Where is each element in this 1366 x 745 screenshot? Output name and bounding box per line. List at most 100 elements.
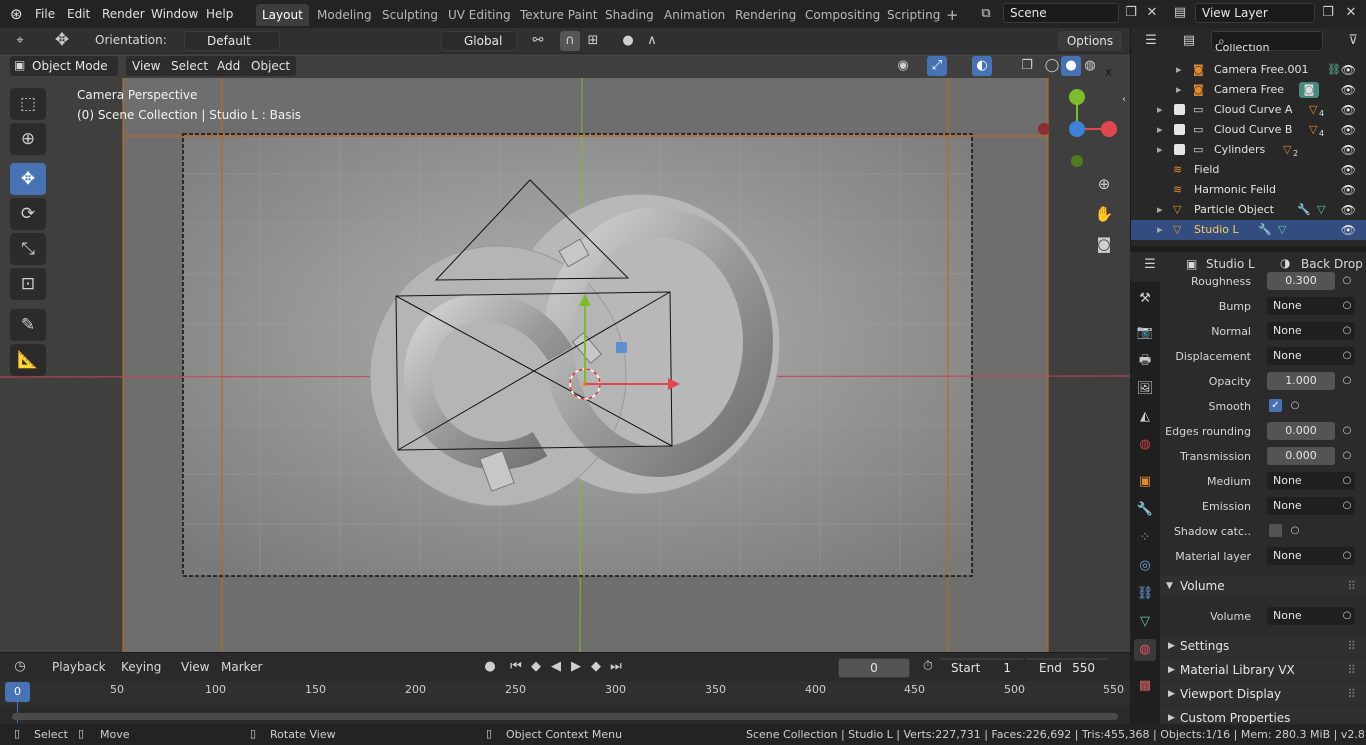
menu-select[interactable]: Select [165,56,215,76]
cursor-tool[interactable]: ⊕ [10,123,46,155]
properties-editor-type-icon[interactable]: ☰ [1140,255,1160,275]
tab-animation[interactable]: Animation [658,4,731,26]
menu-render[interactable]: Render [102,5,145,23]
outliner-row[interactable]: ▸ ▭ Cloud Curve B ▽ 4 👁 [1131,120,1366,140]
keyframe-dot-icon[interactable]: ○ [1288,397,1302,415]
expand-arrow-icon[interactable]: ▸ [1157,220,1163,240]
menu-object[interactable]: Object [245,56,297,76]
keyframe-dot-icon[interactable]: ○ [1340,447,1354,465]
drag-handle-icon[interactable]: ⠿ [1347,575,1356,597]
scene-icon[interactable]: ⧉ [976,4,996,24]
mesh-data-icon[interactable]: ▽ [1317,200,1325,220]
timeline-editor-type-icon[interactable]: ◷ [10,657,30,677]
jump-start-icon[interactable]: ⏮ [506,657,526,677]
drag-handle-icon[interactable]: ⠿ [1347,683,1356,705]
menu-window[interactable]: Window [151,5,198,23]
options-button[interactable]: Options [1058,31,1122,51]
jump-end-icon[interactable]: ⏭ [606,657,626,677]
gizmo-x-label[interactable]: X [1105,68,1112,79]
transform-orientation-dropdown[interactable]: Global [441,31,517,51]
end-frame-field[interactable]: End 550 [1026,658,1108,675]
custom-properties-panel-header[interactable]: ▶ Custom Properties [1160,707,1366,724]
proportional-edit-icon[interactable]: ● [618,31,638,51]
orientation-dropdown[interactable]: Default [184,31,280,51]
rotate-tool[interactable]: ⟳ [10,198,46,230]
scene-close-icon[interactable]: ✕ [1142,3,1162,23]
camera-data-icon[interactable]: ◙ [1299,82,1319,98]
pan-hand-icon[interactable]: ✋ [1094,204,1114,224]
keyframe-dot-icon[interactable]: ○ [1340,322,1354,340]
outliner-row[interactable]: ▸ ▭ Cloud Curve A ▽ 4 👁 [1131,100,1366,120]
keyframe-dot-icon[interactable]: ○ [1288,522,1302,540]
smooth-checkbox[interactable]: ✓ [1269,399,1282,412]
overlay-toggle-icon[interactable]: ◐ [972,56,992,76]
transform-tool[interactable]: ⊡ [10,268,46,300]
timeline-scrollbar[interactable] [12,713,1118,720]
outliner-row-selected[interactable]: ▸ ▽ Studio L 🔧 ▽ 👁 [1131,220,1366,240]
outliner-row[interactable]: ▸ ▽ Particle Object 🔧 ▽ 👁 [1131,200,1366,220]
drag-handle-icon[interactable]: ⠿ [1347,659,1356,681]
falloff-icon[interactable]: ∧ [642,31,662,51]
tab-modeling[interactable]: Modeling [311,4,378,26]
keyframe-dot-icon[interactable]: ○ [1340,272,1354,290]
menu-add[interactable]: Add [211,56,247,76]
tab-texture-paint[interactable]: Texture Paint [514,4,603,26]
eye-icon[interactable]: 👁 [1341,180,1356,200]
tab-scripting[interactable]: Scripting [881,4,946,26]
scale-tool[interactable]: ⤡ [10,233,46,265]
menu-view[interactable]: View [126,56,167,76]
keyframe-dot-icon[interactable]: ○ [1340,422,1354,440]
scene-field[interactable]: Scene [1003,3,1119,23]
menu-help[interactable]: Help [206,5,233,23]
move-tool-icon[interactable]: ✥ [52,30,72,50]
transmission-field[interactable]: 0.000 [1267,447,1335,465]
material-library-panel-header[interactable]: ▶ Material Library VX ⠿ [1160,659,1366,681]
eye-icon[interactable]: 👁 [1341,140,1356,160]
expand-arrow-icon[interactable]: ▸ [1157,140,1163,160]
constraint-icon[interactable]: ⛓ [1327,60,1341,80]
playhead-marker[interactable]: 0 [5,682,30,702]
edges-rounding-field[interactable]: 0.000 [1267,422,1335,440]
keyframe-dot-icon[interactable]: ○ [1340,372,1354,390]
solid-shading-icon[interactable]: ● [1061,56,1081,76]
tab-sculpting[interactable]: Sculpting [376,4,444,26]
gizmo-toggle-icon[interactable]: ⤢ [927,56,947,76]
outliner-row[interactable]: ▸ ▭ Cylinders ▽ 2 👁 [1131,140,1366,160]
view-layer-icon[interactable]: ▤ [1170,3,1190,23]
eye-icon[interactable]: 👁 [1341,120,1356,140]
jump-keyframe-forward-icon[interactable]: ◆ [586,657,606,677]
object-mode-dropdown[interactable]: Object Mode [10,56,118,76]
xray-icon[interactable]: ❐ [1017,56,1037,76]
menu-keying[interactable]: Keying [121,660,161,674]
add-workspace-button[interactable]: + [940,4,965,26]
wireframe-shading-icon[interactable]: ◯ [1042,56,1062,76]
scene-copy-icon[interactable]: ❐ [1121,3,1141,23]
eye-icon[interactable]: 👁 [1341,80,1356,100]
camera-view-icon[interactable]: ◙ [1094,234,1114,254]
expand-arrow-icon[interactable]: ▸ [1157,200,1163,220]
view-layer-copy-icon[interactable]: ❐ [1318,3,1338,23]
3d-viewport[interactable]: Y Z X Camera Perspective (0) Scene Colle… [0,54,1130,652]
sidebar-toggle-icon[interactable]: ‹ [1114,90,1130,110]
annotate-tool[interactable]: ✎ [10,309,46,341]
eye-icon[interactable]: 👁 [1341,60,1356,80]
keyframe-dot-icon[interactable]: ○ [1340,547,1354,565]
menu-edit[interactable]: Edit [67,5,90,23]
expand-arrow-icon[interactable]: ▸ [1176,60,1182,80]
menu-playback[interactable]: Playback [52,660,106,674]
measure-tool[interactable]: 📐 [10,344,46,376]
viewport-display-panel-header[interactable]: ▶ Viewport Display ⠿ [1160,683,1366,705]
include-checkbox[interactable] [1174,124,1185,135]
material-tab-icon[interactable]: ◍ [1134,639,1156,661]
opacity-field[interactable]: 1.000 [1267,372,1335,390]
start-frame-field[interactable]: Start 1 [940,658,1024,675]
menu-marker[interactable]: Marker [221,660,262,674]
select-box-tool[interactable]: ⬚ [10,88,46,120]
volume-panel-header[interactable]: ▼ Volume ⠿ [1160,575,1366,597]
snap-icon[interactable]: ∩ [560,31,580,51]
keyframe-dot-icon[interactable]: ○ [1340,347,1354,365]
keyframe-dot-icon[interactable]: ○ [1340,297,1354,315]
play-icon[interactable]: ▶ [566,657,586,677]
drag-handle-icon[interactable]: ⠿ [1347,635,1356,657]
menu-file[interactable]: File [35,5,55,23]
